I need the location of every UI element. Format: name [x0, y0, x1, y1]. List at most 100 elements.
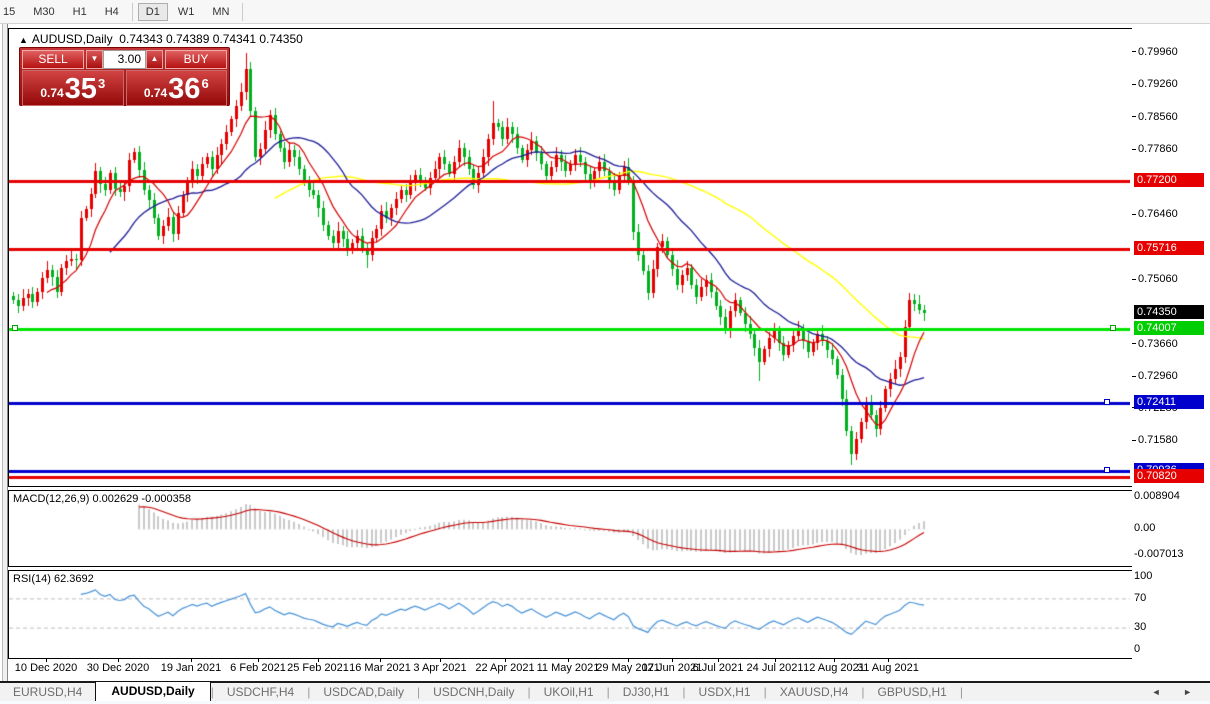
price-tick-label: 0.76460	[1138, 208, 1178, 220]
price-tick: 0.71580	[1132, 434, 1178, 446]
price-tick-label: 0.73660	[1138, 338, 1178, 350]
chart-tab-ukoil[interactable]: UKOil,H1	[531, 684, 607, 700]
price-tick: 0.73660	[1132, 338, 1178, 350]
price-tick: 0.77860	[1132, 143, 1178, 155]
buy-button[interactable]: BUY	[165, 50, 227, 69]
rsi-indicator-panel[interactable]: RSI(14) 62.3692	[8, 570, 1133, 659]
buy-price-sup: 6	[201, 76, 208, 91]
sell-price-prefix: 0.74	[40, 86, 63, 100]
rsi-canvas[interactable]	[9, 571, 1130, 656]
chart-title: ▲ AUDUSD,Daily 0.74343 0.74389 0.74341 0.…	[19, 32, 303, 46]
tab-scroll-arrows[interactable]: ◄ ►	[1152, 687, 1202, 697]
macd-tick-label: -0.007013	[1134, 548, 1184, 560]
rsi-tick-label: 70	[1134, 592, 1146, 604]
price-tick: 0.79960	[1132, 46, 1178, 58]
tick-mark	[1132, 440, 1136, 441]
hline-drag-handle[interactable]	[12, 325, 18, 331]
chart-tab-eurusd[interactable]: EURUSD,H4	[0, 684, 95, 700]
rsi-tick-label: 0	[1134, 643, 1140, 655]
chart-tab-gbpusd[interactable]: GBPUSD,H1	[865, 684, 960, 700]
price-tick-label: 0.78560	[1138, 111, 1178, 123]
macd-name: MACD(12,26,9)	[13, 493, 89, 505]
price-tag-green: 0.74007	[1134, 321, 1204, 335]
tick-mark	[1132, 376, 1136, 377]
date-tick-label: 24 Jul 2021	[747, 662, 804, 674]
date-tick-label: 6 Jul 2021	[693, 662, 744, 674]
symbol-arrow-icon: ▲	[19, 35, 28, 45]
sell-price-display[interactable]: 0.74 35 3	[22, 70, 124, 106]
toolbar-separator	[242, 3, 243, 21]
chart-tab-audusd[interactable]: AUDUSD,Daily	[95, 681, 210, 701]
sell-price-sup: 3	[98, 76, 105, 91]
date-axis[interactable]: 10 Dec 2020 30 Dec 2020 19 Jan 2021 6 Feb 2…	[8, 659, 1132, 679]
timeframe-button-h1[interactable]: H1	[65, 3, 95, 21]
date-tick-label: 6 Feb 2021	[230, 662, 286, 674]
tick-mark	[1132, 51, 1136, 52]
date-tick-label: 3 Apr 2021	[413, 662, 466, 674]
tick-mark	[1132, 84, 1136, 85]
timeframe-button-15[interactable]: 15	[1, 3, 23, 21]
timeframe-button-w1[interactable]: W1	[170, 3, 203, 21]
tick-mark	[1132, 116, 1136, 117]
hline-drag-handle[interactable]	[1104, 399, 1110, 405]
date-tick-label: 19 Jan 2021	[161, 662, 222, 674]
macd-label: MACD(12,26,9) 0.002629 -0.000358	[13, 493, 191, 505]
price-tick: 0.79260	[1132, 78, 1178, 90]
date-tick-label: 11 May 2021	[537, 662, 600, 674]
price-axis[interactable]: 0.79960 0.79260 0.78560 0.77860 0.76460 0.750…	[1132, 28, 1210, 659]
sell-price-big: 35	[65, 75, 97, 104]
date-tick-label: 25 Feb 2021	[287, 662, 349, 674]
chart-tab-usdchf[interactable]: USDCHF,H4	[214, 684, 307, 700]
timeframe-toolbar[interactable]: 15M30H1H4 D1W1MN	[0, 0, 1210, 24]
date-tick-label: 12 Aug 2021	[803, 662, 865, 674]
chart-tab-usdcnh[interactable]: USDCNH,Daily	[420, 684, 527, 700]
price-tick-label: 0.79960	[1138, 46, 1178, 58]
date-tick-label: 30 Dec 2020	[87, 662, 149, 674]
price-tick-label: 0.72960	[1138, 370, 1178, 382]
date-tick-label: 10 Dec 2020	[15, 662, 77, 674]
rsi-label: RSI(14) 62.3692	[13, 573, 94, 585]
toolbar-separator	[132, 3, 133, 21]
chart-tab-xauusd[interactable]: XAUUSD,H4	[767, 684, 862, 700]
price-tick-label: 0.77860	[1138, 143, 1178, 155]
tick-mark	[1132, 343, 1136, 344]
volume-input[interactable]: 3.00	[103, 50, 146, 69]
price-chart-panel[interactable]: ▲ AUDUSD,Daily 0.74343 0.74389 0.74341 0.…	[8, 28, 1133, 487]
tick-mark	[1132, 214, 1136, 215]
buy-price-big: 36	[168, 75, 200, 104]
rsi-tick-label: 30	[1134, 621, 1146, 633]
chart-tab-usdx[interactable]: USDX,H1	[686, 684, 764, 700]
tick-mark	[1132, 279, 1136, 280]
price-tag-black: 0.74350	[1134, 305, 1204, 319]
chart-symbol-period: AUDUSD,Daily	[32, 32, 113, 46]
price-tag-red: 0.75716	[1134, 241, 1204, 255]
price-tag-red: 0.77200	[1134, 173, 1204, 187]
timeframe-button-h4[interactable]: H4	[97, 3, 127, 21]
price-tick-label: 0.75060	[1138, 273, 1178, 285]
buy-price-prefix: 0.74	[144, 86, 167, 100]
price-tick: 0.78560	[1132, 111, 1178, 123]
timeframe-button-d1[interactable]: D1	[138, 3, 168, 21]
timeframe-button-m30[interactable]: M30	[25, 3, 62, 21]
sell-button[interactable]: SELL	[22, 50, 84, 69]
chart-ohlc-values: 0.74343 0.74389 0.74341 0.74350	[119, 32, 303, 46]
price-tick-label: 0.79260	[1138, 78, 1178, 90]
volume-down-button[interactable]: ▼	[86, 50, 103, 69]
chart-tab-dj30[interactable]: DJ30,H1	[610, 684, 683, 700]
one-click-trade-widget[interactable]: SELL ▼ 3.00 ▲ BUY 0.74 35 3 0.74 36 6	[19, 47, 230, 106]
tick-mark	[1132, 149, 1136, 150]
hline-drag-handle[interactable]	[1104, 467, 1110, 473]
buy-price-display[interactable]: 0.74 36 6	[126, 70, 228, 106]
hline-drag-handle[interactable]	[1110, 325, 1116, 331]
macd-tick-label: 0.00	[1134, 522, 1155, 534]
price-tag-blue: 0.72411	[1134, 395, 1204, 409]
price-tick-label: 0.71580	[1138, 434, 1178, 446]
macd-indicator-panel[interactable]: MACD(12,26,9) 0.002629 -0.000358	[8, 490, 1133, 567]
volume-up-button[interactable]: ▲	[146, 50, 163, 69]
timeframe-button-mn[interactable]: MN	[204, 3, 237, 21]
chart-tab-usdcad[interactable]: USDCAD,Daily	[310, 684, 417, 700]
chart-tab-bar[interactable]: EURUSD,H4AUDUSD,Daily|USDCHF,H4|USDCAD,D…	[0, 683, 1210, 701]
macd-tick-label: 0.008904	[1134, 490, 1180, 502]
macd-values: 0.002629 -0.000358	[92, 493, 190, 505]
date-tick-label: 31 Aug 2021	[857, 662, 919, 674]
